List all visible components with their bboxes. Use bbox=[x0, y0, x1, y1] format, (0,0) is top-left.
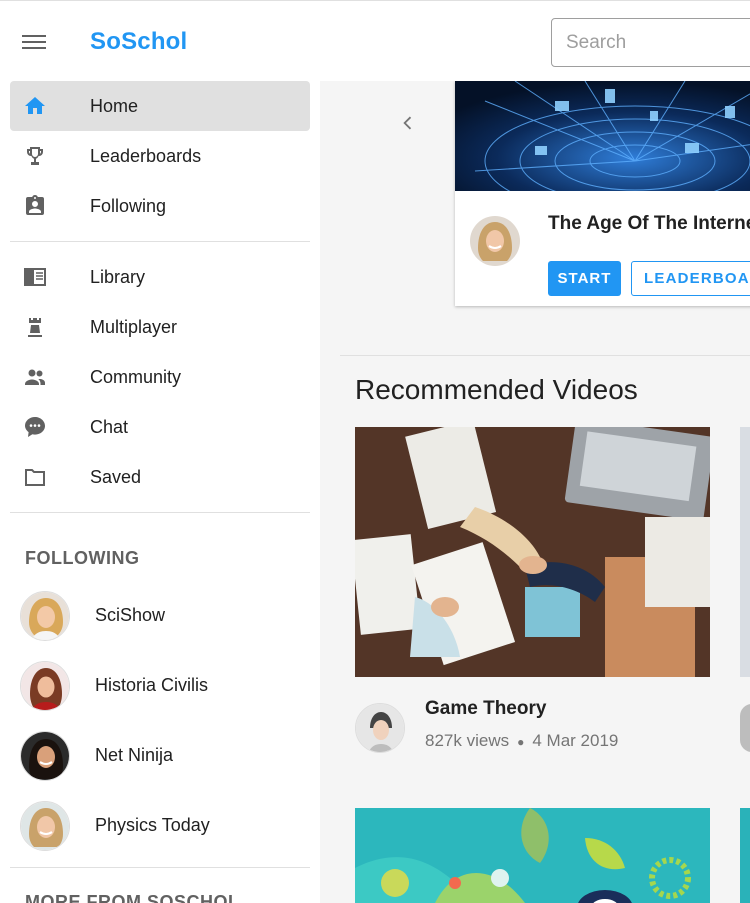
top-app-bar: SoSchol bbox=[0, 0, 750, 81]
leaderboard-button[interactable]: LEADERBOARD bbox=[631, 261, 750, 296]
sidebar-item-chat[interactable]: Chat bbox=[10, 402, 310, 452]
sidebar-item-label: Multiplayer bbox=[90, 316, 178, 337]
app-root: SoSchol Home Leaderboards Following bbox=[0, 0, 750, 903]
chess-rook-icon bbox=[28, 318, 42, 337]
video-meta: 827k views ● 4 Mar 2019 bbox=[425, 731, 618, 751]
featured-thumbnail-image bbox=[455, 81, 750, 191]
following-item-physics-today[interactable]: Physics Today bbox=[0, 791, 320, 861]
sidebar-item-home[interactable]: Home bbox=[10, 81, 310, 131]
clipboard-account-icon bbox=[26, 195, 44, 215]
avatar bbox=[20, 801, 70, 851]
video-date: 4 Mar 2019 bbox=[532, 731, 619, 750]
video-thumbnail-image[interactable] bbox=[355, 808, 710, 903]
sidebar-item-label: Library bbox=[90, 266, 146, 287]
following-item-label: Historia Civilis bbox=[95, 675, 209, 695]
chat-icon bbox=[25, 417, 45, 437]
sidebar-divider bbox=[10, 867, 310, 868]
sidebar-item-saved[interactable]: Saved bbox=[10, 452, 310, 502]
avatar[interactable] bbox=[355, 703, 405, 753]
avatar bbox=[20, 731, 70, 781]
featured-course-card[interactable]: The Age Of The Internet START LEADERBOAR… bbox=[455, 81, 750, 306]
sidebar-item-label: Leaderboards bbox=[90, 145, 202, 166]
more-section-title: MORE FROM SOSCHOL bbox=[25, 892, 240, 903]
chevron-left-icon[interactable] bbox=[398, 113, 418, 133]
people-icon bbox=[25, 369, 45, 385]
home-icon bbox=[25, 97, 45, 114]
start-button[interactable]: START bbox=[548, 261, 621, 296]
separator-dot-icon: ● bbox=[517, 734, 525, 749]
recommended-section-title: Recommended Videos bbox=[355, 374, 638, 405]
sidebar-item-library[interactable]: Library bbox=[10, 252, 310, 302]
sidebar-item-label: Saved bbox=[90, 466, 142, 487]
next-video-avatar-peek bbox=[740, 704, 750, 752]
sidebar-divider bbox=[10, 512, 310, 513]
sidebar-item-label: Community bbox=[90, 366, 182, 387]
following-item-label: SciShow bbox=[95, 605, 166, 625]
sidebar-divider bbox=[10, 241, 310, 242]
video-thumbnail-image[interactable] bbox=[355, 427, 710, 677]
sidebar-item-label: Chat bbox=[90, 416, 129, 437]
avatar bbox=[470, 216, 520, 266]
following-item-label: Net Ninija bbox=[95, 745, 174, 765]
sidebar-item-label: Following bbox=[90, 195, 167, 216]
main-content: The Age Of The Internet START LEADERBOA R… bbox=[320, 81, 750, 903]
avatar bbox=[20, 591, 70, 641]
trophy-icon bbox=[27, 147, 43, 165]
video-title[interactable]: Game Theory bbox=[425, 698, 546, 720]
following-item-label: Physics Today bbox=[95, 815, 210, 835]
following-item-net-ninija[interactable]: Net Ninija bbox=[0, 721, 320, 791]
avatar bbox=[20, 661, 70, 711]
following-section-title: FOLLOWING bbox=[25, 548, 140, 568]
sidebar-item-multiplayer[interactable]: Multiplayer bbox=[10, 302, 310, 352]
following-item-historia-civilis[interactable]: Historia Civilis bbox=[0, 651, 320, 721]
hamburger-menu-icon[interactable] bbox=[22, 31, 48, 51]
section-divider bbox=[340, 355, 750, 356]
library-icon bbox=[24, 268, 46, 286]
sidebar-item-leaderboards[interactable]: Leaderboards bbox=[10, 131, 310, 181]
following-item-scishow[interactable]: SciShow bbox=[0, 581, 320, 651]
sidebar-item-community[interactable]: Community bbox=[10, 352, 310, 402]
next-video-thumbnail-peek[interactable] bbox=[740, 808, 750, 903]
sidebar: Home Leaderboards Following Library Mult… bbox=[0, 81, 320, 903]
brand-logo-text[interactable]: SoSchol bbox=[90, 28, 187, 56]
sidebar-item-label: Home bbox=[90, 95, 139, 116]
search-input[interactable] bbox=[551, 18, 750, 67]
sidebar-item-following[interactable]: Following bbox=[10, 181, 310, 231]
featured-course-title: The Age Of The Internet bbox=[548, 213, 750, 234]
video-views: 827k views bbox=[425, 731, 510, 750]
next-video-thumbnail-peek[interactable] bbox=[740, 427, 750, 677]
folder-icon bbox=[25, 469, 45, 486]
